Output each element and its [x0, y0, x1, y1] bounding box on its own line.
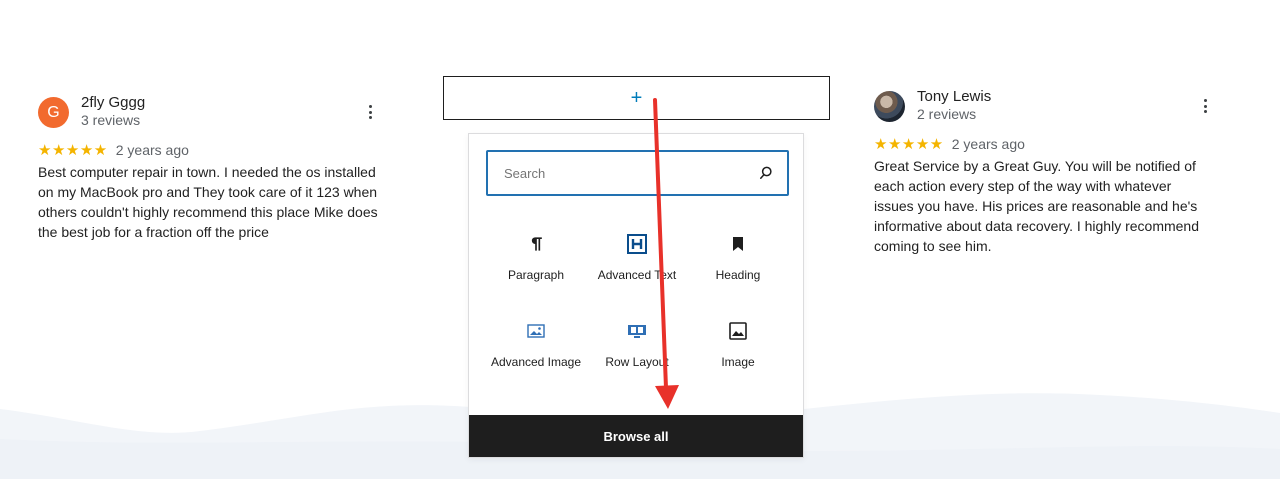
row-layout-icon — [628, 325, 646, 338]
review-card: Tony Lewis 2 reviews ★★★★★ 2 years ago G… — [874, 88, 1214, 256]
more-options-icon[interactable] — [1199, 97, 1211, 115]
review-date: 2 years ago — [115, 142, 189, 158]
block-advanced-image[interactable]: Advanced Image — [486, 319, 586, 370]
block-label: Heading — [715, 268, 761, 282]
block-inserter-popover: Paragraph Advanced Text Heading Advanced… — [468, 133, 804, 458]
avatar: G — [38, 97, 69, 128]
bookmark-icon — [733, 237, 743, 251]
block-label: Image — [721, 355, 755, 369]
reviewer-name[interactable]: Tony Lewis — [917, 88, 991, 105]
review-text: Best computer repair in town. I needed t… — [38, 164, 378, 240]
block-paragraph[interactable]: Paragraph — [486, 232, 586, 283]
rating-row: ★★★★★ 2 years ago — [874, 134, 1214, 154]
paragraph-icon — [531, 237, 542, 251]
add-block-button[interactable]: + — [443, 76, 830, 120]
block-search — [486, 150, 789, 196]
review-header: G 2fly Gggg 3 reviews — [38, 94, 378, 137]
block-row-layout[interactable]: Row Layout — [587, 319, 687, 370]
review-date: 2 years ago — [951, 136, 1025, 152]
search-input[interactable] — [502, 164, 757, 182]
review-text: Great Service by a Great Guy. You will b… — [874, 158, 1200, 254]
star-rating: ★★★★★ — [38, 142, 108, 159]
plus-icon: + — [630, 86, 643, 109]
review-header: Tony Lewis 2 reviews — [874, 88, 1214, 131]
block-image[interactable]: Image — [688, 319, 788, 370]
advanced-heading-icon — [627, 234, 647, 254]
block-label: Advanced Text — [597, 268, 677, 282]
avatar — [874, 91, 905, 122]
block-label: Paragraph — [507, 268, 565, 282]
rating-row: ★★★★★ 2 years ago — [38, 140, 378, 160]
review-card: G 2fly Gggg 3 reviews ★★★★★ 2 years ago … — [38, 94, 378, 242]
block-label: Advanced Image — [490, 355, 582, 369]
more-options-icon[interactable] — [364, 103, 376, 121]
review-count: 3 reviews — [81, 112, 141, 128]
advanced-image-icon — [527, 324, 545, 338]
browse-all-button[interactable]: Browse all — [469, 415, 803, 457]
star-rating: ★★★★★ — [874, 136, 944, 153]
block-heading[interactable]: Heading — [688, 232, 788, 283]
search-icon[interactable] — [757, 164, 775, 182]
image-icon — [729, 322, 747, 340]
block-advanced-text[interactable]: Advanced Text — [587, 232, 687, 283]
reviewer-name[interactable]: 2fly Gggg — [81, 94, 145, 111]
review-count: 2 reviews — [917, 106, 977, 122]
block-label: Row Layout — [605, 355, 669, 369]
